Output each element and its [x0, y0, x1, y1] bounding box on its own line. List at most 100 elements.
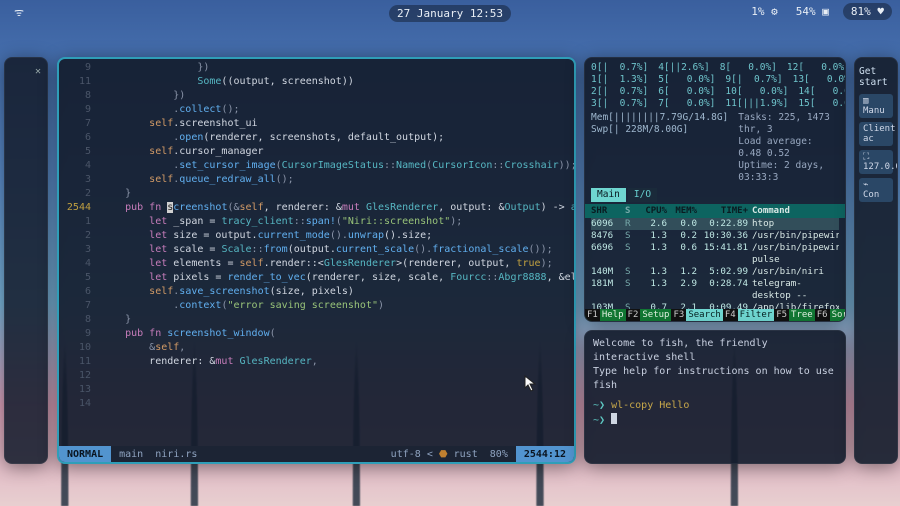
line-gutter: 9118976543225441234567891011121314: [59, 61, 99, 411]
right-panel-button[interactable]: ⌁ Con: [859, 178, 893, 202]
mem-meter: Mem[||||||||7.79G/14.8G]: [591, 112, 728, 124]
htop-tab[interactable]: I/O: [628, 188, 657, 202]
proc-header[interactable]: SHR S CPU% MEM% TIME+ Command: [585, 204, 845, 218]
code-line[interactable]: }: [101, 313, 570, 327]
line-number: 6: [59, 131, 91, 145]
cursor-pos: 2544:12: [516, 446, 574, 462]
line-number: 4: [59, 159, 91, 173]
code-line[interactable]: }): [101, 89, 570, 103]
line-number: 4: [59, 257, 91, 271]
htop-tab[interactable]: Main: [591, 188, 626, 202]
clock[interactable]: 27 January 12:53: [389, 5, 511, 22]
line-number: 1: [59, 215, 91, 229]
code-line[interactable]: .collect();: [101, 103, 570, 117]
code-line[interactable]: self.queue_redraw_all();: [101, 173, 570, 187]
cpu-usage: 1% ⚙: [747, 3, 782, 20]
right-panel-button[interactable]: Client ac: [859, 122, 893, 146]
right-window-stub[interactable]: Get start ▥ Manu Client ac ⛶ 127.0.0. ⌁ Con: [854, 57, 898, 464]
vim-mode: NORMAL: [59, 446, 111, 462]
process-row[interactable]: 6096R2.60.00:22.89htop: [591, 218, 839, 230]
line-number: 2544: [59, 201, 91, 215]
fkey[interactable]: F3Search: [671, 309, 722, 321]
code-line[interactable]: let _span = tracy_client::span!("Niri::s…: [101, 215, 570, 229]
line-number: 8: [59, 89, 91, 103]
code-line[interactable]: let scale = Scale::from(output.current_s…: [101, 243, 570, 257]
code-line[interactable]: self.screenshot_ui: [101, 117, 570, 131]
line-number: 14: [59, 397, 91, 411]
fkey[interactable]: F4Filter: [723, 309, 774, 321]
code-line[interactable]: let size = output.current_mode().unwrap(…: [101, 229, 570, 243]
file-lang: rust: [454, 449, 478, 460]
fish-greeting-2: Type help for instructions on how to use…: [593, 365, 837, 393]
process-row[interactable]: 140MS1.31.25:02.99/usr/bin/niri: [591, 266, 839, 278]
line-number: 2: [59, 229, 91, 243]
code-line[interactable]: let elements = self.render::<GlesRendere…: [101, 257, 570, 271]
process-row[interactable]: 6696S1.30.615:41.81/usr/bin/pipewire-pul…: [591, 242, 839, 266]
line-number: 9: [59, 61, 91, 75]
code-line[interactable]: self.save_screenshot(size, pixels): [101, 285, 570, 299]
line-number: 8: [59, 313, 91, 327]
uptime: Uptime: 2 days, 03:33:3: [738, 160, 839, 184]
cpu-meters: 0[| 0.7%]4[||2.6%]8[ 0.0%]12[ 0.0%]1[| 1…: [591, 62, 839, 110]
line-number: 10: [59, 341, 91, 355]
cpu-meter-row: 2[| 0.7%]6[ 0.0%]10[ 0.0%]14[ 0.0%]: [591, 86, 839, 98]
battery-1: 54% ▣: [792, 3, 833, 20]
line-number: 5: [59, 145, 91, 159]
terminal-window[interactable]: Welcome to fish, the friendly interactiv…: [584, 330, 846, 464]
close-icon[interactable]: ✕: [35, 66, 41, 77]
process-list[interactable]: 6096R2.60.00:22.89htop8476S1.30.210:30.3…: [591, 218, 839, 322]
git-branch: main: [119, 449, 143, 460]
line-number: 7: [59, 117, 91, 131]
battery-2: 81% ♥: [843, 3, 892, 20]
code-line[interactable]: }): [101, 61, 570, 75]
right-panel-button[interactable]: ⛶ 127.0.0.: [859, 150, 893, 174]
encoding: utf-8: [391, 449, 421, 460]
line-number: 12: [59, 369, 91, 383]
cpu-meter-row: 3[| 0.7%]7[ 0.0%]11[|||1.9%]15[ 0.0%]: [591, 98, 839, 110]
code-line[interactable]: &self,: [101, 341, 570, 355]
htop-tabs[interactable]: MainI/O: [591, 188, 839, 202]
scroll-pct: 80%: [490, 449, 508, 460]
htop-fkey-bar[interactable]: F1HelpF2SetupF3SearchF4FilterF5TreeF6Sor…: [585, 309, 845, 321]
left-window-stub: ✕: [4, 57, 48, 464]
line-number: 6: [59, 285, 91, 299]
code-line[interactable]: .context("error saving screenshot"): [101, 299, 570, 313]
terminal-cursor: [611, 413, 617, 424]
code-line[interactable]: pub fn screenshot(&self, renderer: &mut …: [101, 201, 570, 215]
process-row[interactable]: 8476S1.30.210:30.36/usr/bin/pipewire: [591, 230, 839, 242]
tasks-count: Tasks: 225, 1473 thr, 3: [738, 112, 839, 136]
code-line[interactable]: self.cursor_manager: [101, 145, 570, 159]
code-area[interactable]: }) Some((output, screenshot)) }) .collec…: [101, 61, 570, 369]
right-panel-button[interactable]: ▥ Manu: [859, 94, 893, 118]
code-line[interactable]: let pixels = render_to_vec(renderer, siz…: [101, 271, 570, 285]
fish-greeting-1: Welcome to fish, the friendly interactiv…: [593, 337, 837, 365]
cpu-meter-row: 1[| 1.3%]5[ 0.0%]9[| 0.7%]13[ 0.0%]: [591, 74, 839, 86]
lang-icon: ⬣: [439, 449, 448, 460]
mouse-cursor-icon: [524, 375, 538, 393]
right-panel-heading: Get start: [859, 66, 893, 88]
load-avg: Load average: 0.48 0.52: [738, 136, 839, 160]
line-number: 3: [59, 173, 91, 187]
line-number: 13: [59, 383, 91, 397]
code-line[interactable]: renderer: &mut GlesRenderer,: [101, 355, 570, 369]
code-line[interactable]: }: [101, 187, 570, 201]
line-number: 9: [59, 327, 91, 341]
editor-window[interactable]: 9118976543225441234567891011121314 }) So…: [57, 57, 576, 464]
fkey[interactable]: F2Setup: [626, 309, 672, 321]
htop-window[interactable]: 0[| 0.7%]4[||2.6%]8[ 0.0%]12[ 0.0%]1[| 1…: [584, 57, 846, 322]
fkey[interactable]: F1Help: [585, 309, 626, 321]
editor-statusbar: NORMAL main niri.rs utf-8 < ⬣ rust 80% 2…: [59, 446, 574, 462]
prompt-line-2[interactable]: ~❯: [593, 413, 837, 428]
line-number: 9: [59, 103, 91, 117]
code-line[interactable]: .open(renderer, screenshots, default_out…: [101, 131, 570, 145]
line-number: 11: [59, 75, 91, 89]
process-row[interactable]: 181MS1.32.90:28.74telegram-desktop --: [591, 278, 839, 302]
fkey[interactable]: F6SortBy: [815, 309, 846, 321]
cpu-meter-row: 0[| 0.7%]4[||2.6%]8[ 0.0%]12[ 0.0%]: [591, 62, 839, 74]
topbar-right: 1% ⚙ 54% ▣ 81% ♥: [747, 3, 892, 20]
code-line[interactable]: pub fn screenshot_window(: [101, 327, 570, 341]
code-line[interactable]: .set_cursor_image(CursorImageStatus::Nam…: [101, 159, 570, 173]
line-number: 5: [59, 271, 91, 285]
code-line[interactable]: Some((output, screenshot)): [101, 75, 570, 89]
fkey[interactable]: F5Tree: [774, 309, 815, 321]
